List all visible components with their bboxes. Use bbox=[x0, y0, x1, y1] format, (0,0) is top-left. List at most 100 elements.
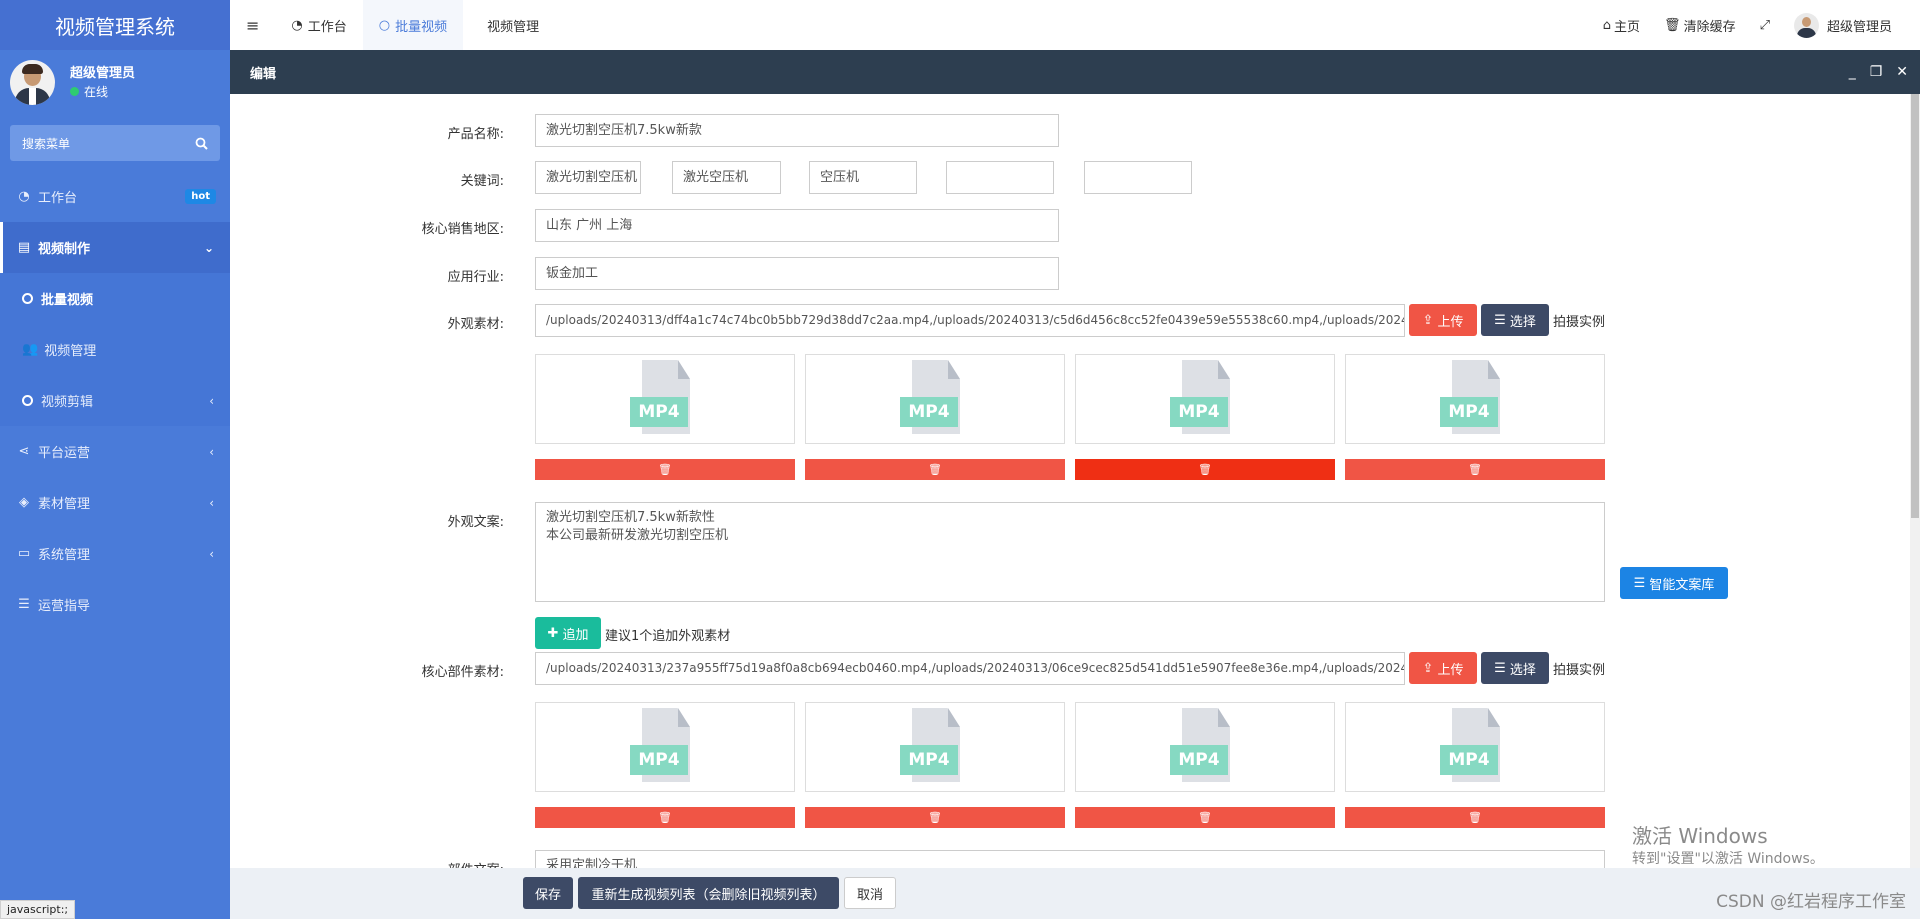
trash-icon: 🗑 bbox=[1198, 463, 1212, 476]
video-thumb[interactable]: MP4 bbox=[805, 354, 1065, 444]
list-icon: ☰ bbox=[1494, 312, 1506, 328]
list-icon: ☰ bbox=[1494, 660, 1506, 676]
mp4-file-icon: MP4 bbox=[1440, 708, 1512, 786]
sidebar-item-video-production[interactable]: ▤ 视频制作 ⌄ bbox=[0, 222, 230, 273]
smart-copy-library-button[interactable]: ☰ 智能文案库 bbox=[1620, 567, 1728, 599]
industry-label: 应用行业: bbox=[447, 270, 504, 285]
video-thumb[interactable]: MP4 bbox=[1345, 702, 1605, 792]
dialog-tools: _ ❐ ✕ bbox=[1849, 50, 1908, 94]
user-panel: 超级管理员 在线 bbox=[0, 50, 230, 115]
delete-video-button[interactable]: 🗑 bbox=[535, 807, 795, 828]
watermark-title: 激活 Windows bbox=[1632, 824, 1768, 848]
trash-icon: 🗑 bbox=[928, 811, 942, 824]
append-hint: 建议1个追加外观素材 bbox=[605, 629, 731, 644]
app-title[interactable]: 视频管理系统 bbox=[0, 0, 230, 50]
sidebar-item-video-edit[interactable]: 视频剪辑 ‹ bbox=[0, 375, 230, 426]
core-example-link[interactable]: 拍摄实例 bbox=[1553, 659, 1605, 678]
video-thumb[interactable]: MP4 bbox=[535, 702, 795, 792]
library-label: 智能文案库 bbox=[1649, 577, 1715, 593]
dialog-header: 编辑 _ ❐ ✕ bbox=[230, 50, 1920, 94]
tab-video-manage[interactable]: 视频管理 bbox=[463, 0, 555, 50]
delete-video-button[interactable]: 🗑 bbox=[535, 459, 795, 480]
tab-workbench[interactable]: ◔ 工作台 bbox=[275, 0, 362, 50]
chevron-down-icon: ⌄ bbox=[203, 240, 214, 255]
mp4-file-icon: MP4 bbox=[1170, 708, 1242, 786]
dashboard-icon: ◔ bbox=[18, 189, 30, 204]
mp4-file-icon: MP4 bbox=[630, 708, 702, 786]
video-thumb[interactable]: MP4 bbox=[535, 354, 795, 444]
layers-icon: ◈ bbox=[19, 495, 29, 510]
delete-video-button[interactable]: 🗑 bbox=[805, 459, 1065, 480]
video-camera-icon: ▤ bbox=[17, 240, 31, 255]
monitor-icon: ▭ bbox=[17, 546, 31, 561]
core-upload-button[interactable]: ⇪ 上传 bbox=[1409, 652, 1477, 684]
user-menu[interactable]: 超级管理员 bbox=[1782, 0, 1904, 50]
search-icon[interactable] bbox=[195, 137, 208, 150]
keyword-input-5[interactable] bbox=[1084, 161, 1192, 194]
video-thumb[interactable]: MP4 bbox=[1345, 354, 1605, 444]
core-select-button[interactable]: ☰ 选择 bbox=[1481, 652, 1549, 684]
exterior-material-input[interactable]: /uploads/20240313/dff4a1c74c74bc0b5bb729… bbox=[535, 304, 1405, 337]
circle-icon bbox=[22, 293, 33, 304]
append-label: 追加 bbox=[562, 627, 589, 643]
delete-video-button[interactable]: 🗑 bbox=[805, 807, 1065, 828]
scrollbar-thumb[interactable] bbox=[1911, 94, 1919, 518]
exterior-select-button[interactable]: ☰ 选择 bbox=[1481, 304, 1549, 336]
sidebar-item-platform-ops[interactable]: ⋖ 平台运营 ‹ bbox=[0, 426, 230, 477]
region-input[interactable]: 山东 广州 上海 bbox=[535, 209, 1059, 242]
list-icon: ☰ bbox=[18, 597, 30, 612]
regenerate-video-list-button[interactable]: 重新生成视频列表（会删除旧视频列表） bbox=[578, 877, 839, 909]
delete-video-button[interactable]: 🗑 bbox=[1345, 807, 1605, 828]
keyword-input-4[interactable] bbox=[946, 161, 1054, 194]
home-label: 主页 bbox=[1614, 19, 1641, 35]
cancel-button[interactable]: 取消 bbox=[844, 877, 896, 909]
save-button[interactable]: 保存 bbox=[523, 877, 573, 909]
plus-icon: ✚ bbox=[547, 625, 559, 641]
close-icon[interactable]: ✕ bbox=[1896, 64, 1908, 80]
user-name: 超级管理员 bbox=[70, 65, 136, 81]
delete-video-button[interactable]: 🗑 bbox=[1075, 807, 1335, 828]
sidebar-item-label: 素材管理 bbox=[38, 497, 91, 512]
keywords-label: 关键词: bbox=[460, 174, 504, 189]
edit-dialog: 编辑 _ ❐ ✕ 产品名称: 激光切割空压机7.5kw新款 关键词: 激光切割空… bbox=[230, 50, 1920, 919]
keyword-input-3[interactable]: 空压机 bbox=[809, 161, 917, 194]
exterior-copy-textarea[interactable]: 激光切割空压机7.5kw新款性 本公司最新研发激光切割空压机 bbox=[535, 502, 1605, 602]
append-button[interactable]: ✚ 追加 bbox=[535, 617, 601, 649]
exterior-upload-button[interactable]: ⇪ 上传 bbox=[1409, 304, 1477, 336]
minimize-icon[interactable]: _ bbox=[1849, 64, 1856, 80]
video-thumb[interactable]: MP4 bbox=[805, 702, 1065, 792]
chevron-left-icon: ‹ bbox=[209, 393, 214, 408]
exterior-material-label: 外观素材: bbox=[447, 317, 504, 332]
industry-input[interactable]: 钣金加工 bbox=[535, 257, 1059, 290]
clear-cache-button[interactable]: 🗑 清除缓存 bbox=[1652, 0, 1748, 50]
keyword-input-1[interactable]: 激光切割空压机 bbox=[535, 161, 641, 194]
file-type-label: MP4 bbox=[630, 397, 688, 427]
sidebar-item-system-manage[interactable]: ▭ 系统管理 ‹ bbox=[0, 528, 230, 579]
menu-toggle-icon[interactable]: ≡ bbox=[230, 0, 275, 50]
tab-batch-video[interactable]: ○ 批量视频 bbox=[362, 0, 464, 50]
menu-search-input[interactable]: 搜索菜单 bbox=[10, 125, 220, 161]
product-name-input[interactable]: 激光切割空压机7.5kw新款 bbox=[535, 114, 1059, 147]
dialog-scrollbar[interactable] bbox=[1910, 94, 1920, 868]
app-root: 视频管理系统 超级管理员 在线 搜索菜单 ◔ 工作台 hot ▤ 视频制作 ⌄ 批量… bbox=[0, 0, 1920, 919]
sidebar-item-video-manage[interactable]: 👥 视频管理 bbox=[0, 324, 230, 375]
part-copy-label: 部件文案: bbox=[230, 859, 504, 868]
keyword-input-2[interactable]: 激光空压机 bbox=[672, 161, 781, 194]
fullscreen-icon[interactable]: ⤢ bbox=[1748, 0, 1782, 50]
delete-video-button[interactable]: 🗑 bbox=[1345, 459, 1605, 480]
home-link[interactable]: ⌂ 主页 bbox=[1591, 0, 1652, 50]
sidebar-item-ops-guide[interactable]: ☰ 运营指导 bbox=[0, 579, 230, 630]
part-copy-textarea[interactable]: 采用定制冷干机 bbox=[535, 850, 1605, 868]
core-material-input[interactable]: /uploads/20240313/237a955ff75d19a8f0a8cb… bbox=[535, 652, 1405, 685]
maximize-icon[interactable]: ❐ bbox=[1870, 64, 1883, 80]
sidebar-item-label: 视频制作 bbox=[38, 242, 91, 257]
circle-icon bbox=[22, 395, 33, 406]
sidebar-item-batch-video[interactable]: 批量视频 bbox=[0, 273, 230, 324]
video-thumb[interactable]: MP4 bbox=[1075, 354, 1335, 444]
file-type-label: MP4 bbox=[1440, 397, 1498, 427]
sidebar-item-material-manage[interactable]: ◈ 素材管理 ‹ bbox=[0, 477, 230, 528]
delete-video-button[interactable]: 🗑 bbox=[1075, 459, 1335, 480]
sidebar-item-workbench[interactable]: ◔ 工作台 hot bbox=[0, 171, 230, 222]
video-thumb[interactable]: MP4 bbox=[1075, 702, 1335, 792]
exterior-example-link[interactable]: 拍摄实例 bbox=[1553, 311, 1605, 330]
